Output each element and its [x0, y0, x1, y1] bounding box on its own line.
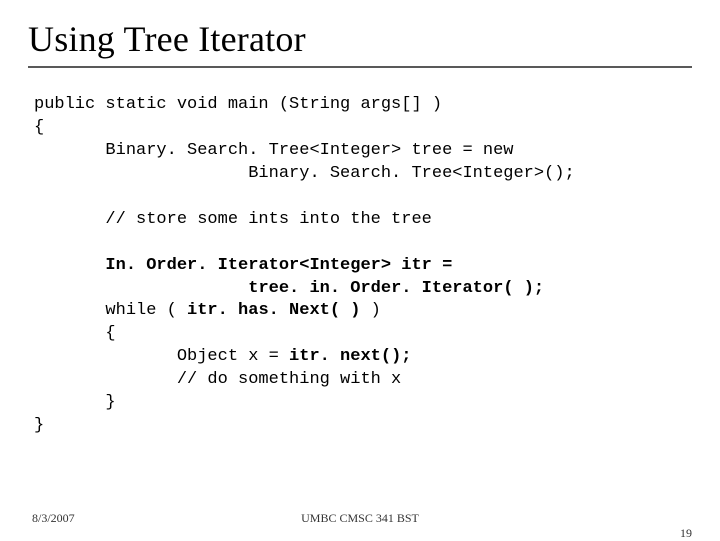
code-block: public static void main (String args[] )…	[34, 94, 692, 438]
title-rule: Using Tree Iterator	[28, 18, 692, 68]
code-bold: tree. in. Order. Iterator( );	[248, 279, 544, 298]
footer-page-number: 19	[680, 526, 692, 541]
footer: 8/3/2007 UMBC CMSC 341 BST 19	[0, 511, 720, 526]
code-line: // do something with x	[34, 370, 401, 389]
code-line: {	[34, 118, 44, 137]
code-line: }	[34, 416, 44, 435]
code-bold: itr. has. Next( )	[187, 301, 360, 320]
code-line	[34, 256, 105, 275]
code-bold: itr. next();	[289, 347, 411, 366]
footer-date: 8/3/2007	[32, 511, 75, 526]
code-line: }	[34, 393, 116, 412]
code-line: {	[34, 324, 116, 343]
code-bold: In. Order. Iterator<Integer> itr =	[105, 256, 452, 275]
code-line: Binary. Search. Tree<Integer>();	[34, 164, 575, 183]
slide: Using Tree Iterator public static void m…	[0, 0, 720, 540]
slide-title: Using Tree Iterator	[28, 18, 692, 60]
code-line: while (	[34, 301, 187, 320]
code-line: Object x =	[34, 347, 289, 366]
code-line: public static void main (String args[] )	[34, 95, 442, 114]
code-line	[34, 279, 248, 298]
code-line: )	[360, 301, 380, 320]
footer-center: UMBC CMSC 341 BST	[0, 511, 720, 526]
code-line: // store some ints into the tree	[34, 210, 432, 229]
code-line: Binary. Search. Tree<Integer> tree = new	[34, 141, 513, 160]
